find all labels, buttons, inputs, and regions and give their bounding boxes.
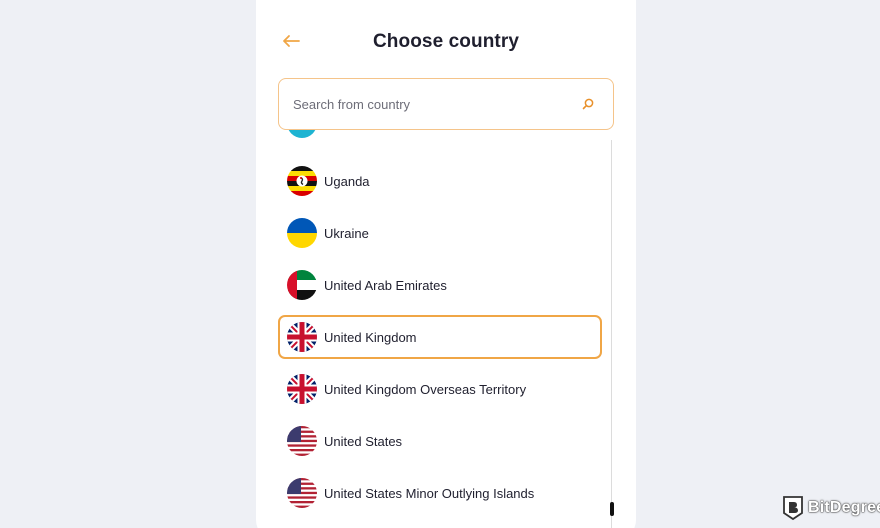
country-item-united-kingdom[interactable]: United Kingdom: [278, 315, 602, 359]
country-item-ukraine[interactable]: Ukraine: [278, 211, 602, 255]
country-label: United Kingdom: [324, 329, 417, 345]
country-item-uganda[interactable]: Uganda: [278, 159, 602, 203]
country-label: Uganda: [324, 173, 370, 189]
search-icon[interactable]: [581, 97, 595, 111]
search-box: [278, 78, 614, 130]
uk-flag-icon: [287, 374, 317, 404]
search-input[interactable]: [293, 79, 563, 129]
uae-flag-icon: [287, 270, 317, 300]
scrollbar-thumb[interactable]: [610, 502, 614, 516]
country-label: United States Minor Outlying Islands: [324, 485, 535, 501]
country-label: United Kingdom Overseas Territory: [324, 381, 527, 397]
country-item-us-minor-outlying-islands[interactable]: United States Minor Outlying Islands: [278, 471, 602, 515]
bitdegree-logo-icon: [783, 496, 803, 521]
uk-flag-icon: [287, 322, 317, 352]
country-label: Ukraine: [324, 225, 369, 241]
bitdegree-watermark: BitDegree: [782, 495, 880, 521]
scrollbar-track[interactable]: [611, 140, 612, 528]
country-item-uk-overseas-territory[interactable]: United Kingdom Overseas Territory: [278, 367, 602, 411]
country-item-united-arab-emirates[interactable]: United Arab Emirates: [278, 263, 602, 307]
ukraine-flag-icon: [287, 218, 317, 248]
page-title: Choose country: [372, 31, 520, 52]
country-label: United Arab Emirates: [324, 277, 447, 293]
country-label: United States: [324, 433, 403, 449]
us-flag-icon: [287, 478, 317, 508]
partial-flag-icon: [287, 130, 317, 138]
watermark-text: BitDegree: [808, 499, 880, 516]
uganda-flag-icon: [287, 166, 317, 196]
country-list[interactable]: Uganda Ukraine United Arab Emirates Unit…: [276, 130, 616, 528]
country-item-united-states[interactable]: United States: [278, 419, 602, 463]
us-flag-icon: [287, 426, 317, 456]
